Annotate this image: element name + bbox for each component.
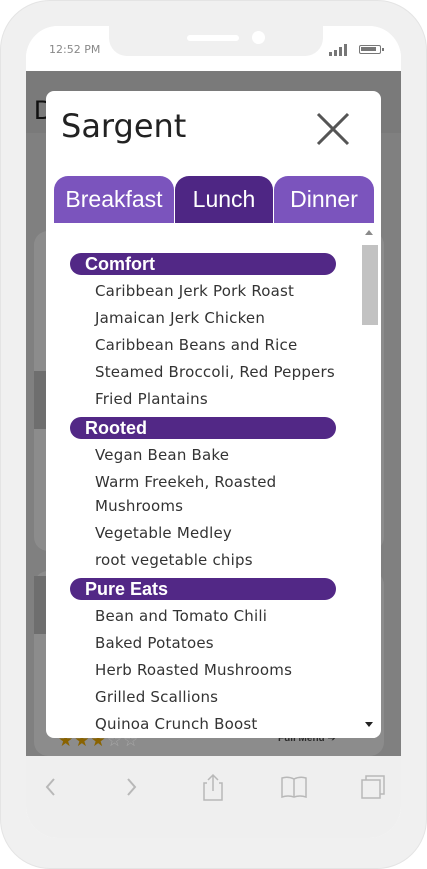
menu-item[interactable]: Fried Plantains — [95, 387, 315, 411]
meal-tabs: Breakfast Lunch Dinner — [54, 176, 374, 223]
forward-icon[interactable] — [118, 774, 144, 800]
back-icon[interactable] — [38, 774, 64, 800]
menu-item[interactable]: Warm Freekeh, Roasted Mushrooms — [95, 470, 280, 518]
tab-breakfast[interactable]: Breakfast — [54, 176, 174, 223]
menu-item[interactable]: Bean and Tomato Chili — [95, 604, 315, 628]
menu-item[interactable]: Baked Potatoes — [95, 631, 315, 655]
menu-item[interactable]: root vegetable chips — [95, 548, 315, 572]
menu-item[interactable]: Vegan Bean Bake — [95, 443, 315, 467]
menu-item[interactable]: Jamaican Jerk Chicken — [95, 306, 315, 330]
signal-icon — [329, 44, 347, 56]
scroll-up-arrow-icon[interactable] — [365, 230, 373, 235]
menu-list[interactable]: Comfort Caribbean Jerk Pork Roast Jamaic… — [46, 224, 381, 738]
status-bar: 12:52 PM — [26, 26, 401, 71]
notch — [109, 26, 323, 56]
tab-dinner[interactable]: Dinner — [274, 176, 374, 223]
phone-frame: D ★★★☆☆ Full Menu ➔ 12:52 PM Sargent Bre… — [0, 0, 427, 869]
modal-title: Sargent — [61, 107, 187, 145]
menu-modal: Sargent Breakfast Lunch Dinner Comfort C… — [46, 91, 381, 738]
share-icon[interactable] — [200, 773, 226, 801]
category-header-pure-eats: Pure Eats — [70, 578, 336, 600]
camera-icon — [252, 31, 265, 44]
bookmarks-icon[interactable] — [281, 774, 307, 800]
battery-icon — [359, 45, 384, 54]
menu-item[interactable]: Quinoa Crunch Boost — [95, 712, 315, 736]
status-time: 12:52 PM — [49, 43, 101, 56]
scrollbar-thumb[interactable] — [362, 245, 378, 325]
menu-item[interactable]: Steamed Broccoli, Red Peppers — [95, 360, 335, 384]
menu-item[interactable]: Vegetable Medley — [95, 521, 315, 545]
phone-screen: D ★★★☆☆ Full Menu ➔ 12:52 PM Sargent Bre… — [26, 26, 401, 838]
menu-item[interactable]: Grilled Scallions — [95, 685, 315, 709]
close-icon[interactable] — [314, 110, 352, 148]
category-header-comfort: Comfort — [70, 253, 336, 275]
scroll-down-arrow-icon[interactable] — [365, 722, 373, 727]
tabs-icon[interactable] — [360, 774, 386, 800]
speaker-icon — [187, 35, 239, 41]
browser-toolbar — [26, 756, 401, 838]
category-header-rooted: Rooted — [70, 417, 336, 439]
menu-item[interactable]: Herb Roasted Mushrooms — [95, 658, 315, 682]
menu-item[interactable]: Caribbean Beans and Rice — [95, 333, 315, 357]
menu-item[interactable]: Caribbean Jerk Pork Roast — [95, 279, 315, 303]
tab-lunch[interactable]: Lunch — [175, 176, 273, 223]
